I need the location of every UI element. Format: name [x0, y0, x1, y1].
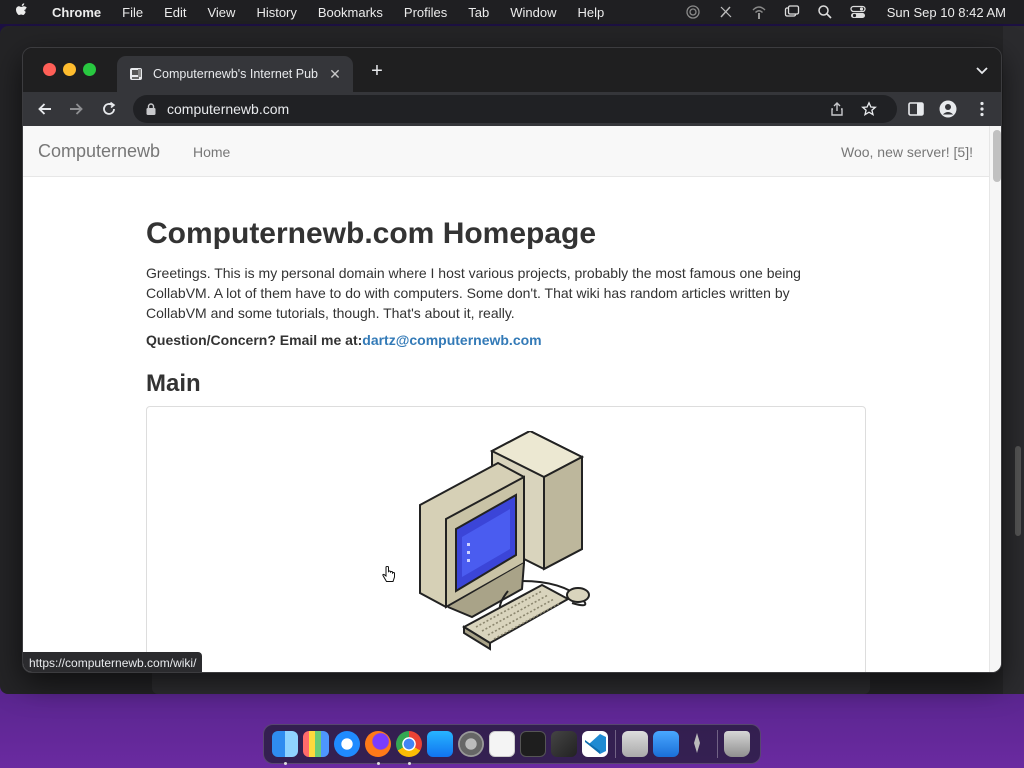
- contact-line: Question/Concern? Email me at:dartz@comp…: [146, 332, 542, 348]
- menu-app-chrome[interactable]: Chrome: [52, 5, 101, 20]
- address-bar[interactable]: computernewb.com: [133, 95, 897, 123]
- menu-tab[interactable]: Tab: [468, 5, 489, 20]
- lock-icon[interactable]: [145, 102, 157, 116]
- contact-label: Question/Concern? Email me at:: [146, 332, 363, 348]
- profile-avatar-icon[interactable]: [939, 100, 957, 118]
- share-icon[interactable]: [829, 101, 845, 117]
- airdrop-icon[interactable]: [685, 4, 701, 20]
- browser-toolbar: computernewb.com: [23, 92, 1001, 126]
- contact-email-link[interactable]: dartz@computernewb.com: [362, 332, 541, 348]
- running-indicator: [408, 762, 411, 765]
- side-panel-icon[interactable]: [907, 100, 925, 118]
- menu-window[interactable]: Window: [510, 5, 556, 20]
- system-settings-icon[interactable]: [458, 731, 484, 757]
- finder-icon[interactable]: [272, 731, 298, 765]
- vscode-icon[interactable]: [582, 731, 608, 757]
- link-status-bubble: https://computernewb.com/wiki/: [23, 652, 203, 672]
- pen-slash-icon[interactable]: [718, 4, 734, 20]
- sketch-icon[interactable]: [551, 731, 577, 757]
- xcode-icon[interactable]: [653, 731, 679, 757]
- tab-strip: Computernewb's Internet Pub ✕ +: [23, 48, 1001, 92]
- address-url: computernewb.com: [167, 101, 290, 117]
- zoom-window-button[interactable]: [83, 63, 96, 76]
- intro-paragraph: Greetings. This is my personal domain wh…: [146, 265, 801, 321]
- spotlight-search-icon[interactable]: [817, 4, 833, 20]
- dock-separator: [717, 730, 718, 758]
- preview-icon[interactable]: [622, 731, 648, 757]
- nav-home-link[interactable]: Home: [193, 144, 230, 160]
- hand-pointer-cursor-icon: [382, 566, 395, 582]
- tab-close-icon[interactable]: ✕: [327, 66, 343, 82]
- dock-separator: [615, 730, 616, 758]
- menu-help[interactable]: Help: [578, 5, 605, 20]
- tab-title: Computernewb's Internet Pub: [153, 67, 318, 81]
- site-navbar: Computernewb Home Woo, new server! [5]!: [23, 126, 989, 177]
- reload-icon[interactable]: [99, 99, 119, 119]
- control-center-icon[interactable]: [850, 4, 866, 20]
- background-scroll-knob: [1015, 446, 1021, 536]
- tab-computernewb[interactable]: Computernewb's Internet Pub ✕: [117, 56, 353, 92]
- menu-file[interactable]: File: [122, 5, 143, 20]
- section-heading-main: Main: [146, 370, 201, 397]
- launchpad-icon[interactable]: [303, 731, 329, 757]
- close-window-button[interactable]: [43, 63, 56, 76]
- background-window-edge: [1003, 26, 1024, 694]
- menu-edit[interactable]: Edit: [164, 5, 186, 20]
- page-viewport: Computernewb Home Woo, new server! [5]! …: [23, 126, 1001, 672]
- menu-history[interactable]: History: [256, 5, 296, 20]
- site-brand-link[interactable]: Computernewb: [38, 141, 160, 162]
- apple-menu-icon[interactable]: [14, 2, 36, 22]
- running-indicator: [377, 762, 380, 765]
- main-panel: [146, 406, 866, 672]
- retro-computer-image[interactable]: [412, 431, 602, 651]
- menu-bar-status-area: Sun Sep 10 8:42 AM: [685, 0, 1006, 24]
- app-store-icon[interactable]: [427, 731, 453, 757]
- textedit-icon[interactable]: [489, 731, 515, 757]
- bookmark-star-icon[interactable]: [861, 101, 877, 117]
- page-scrollbar[interactable]: [989, 126, 1001, 672]
- chrome-icon[interactable]: [396, 731, 422, 765]
- rocket-icon[interactable]: [684, 731, 710, 757]
- terminal-icon[interactable]: [520, 731, 546, 757]
- kebab-menu-icon[interactable]: [973, 100, 991, 118]
- chrome-window: Computernewb's Internet Pub ✕ + computer…: [22, 47, 1002, 673]
- new-tab-plus-icon[interactable]: +: [367, 61, 387, 81]
- menu-view[interactable]: View: [207, 5, 235, 20]
- safari-icon[interactable]: [334, 731, 360, 757]
- running-indicator: [284, 762, 287, 765]
- macos-dock: [263, 724, 761, 765]
- nav-new-server-link[interactable]: Woo, new server! [5]!: [841, 144, 973, 160]
- tab-search-chevron-icon[interactable]: [975, 64, 989, 78]
- menu-bookmarks[interactable]: Bookmarks: [318, 5, 383, 20]
- trash-icon[interactable]: [724, 731, 750, 757]
- minimize-window-button[interactable]: [63, 63, 76, 76]
- firefox-icon[interactable]: [365, 731, 391, 765]
- back-arrow-icon[interactable]: [35, 99, 55, 119]
- page-title: Computernewb.com Homepage: [146, 217, 597, 250]
- macos-menu-bar: Chrome File Edit View History Bookmarks …: [0, 0, 1024, 24]
- forward-arrow-icon[interactable]: [66, 99, 86, 119]
- menu-profiles[interactable]: Profiles: [404, 5, 447, 20]
- computernewb-favicon-icon: [130, 68, 142, 80]
- screen-mirroring-icon[interactable]: [784, 4, 800, 20]
- wifi-icon[interactable]: [751, 4, 767, 20]
- scrollbar-thumb[interactable]: [993, 130, 1001, 182]
- menu-bar-clock[interactable]: Sun Sep 10 8:42 AM: [887, 5, 1006, 20]
